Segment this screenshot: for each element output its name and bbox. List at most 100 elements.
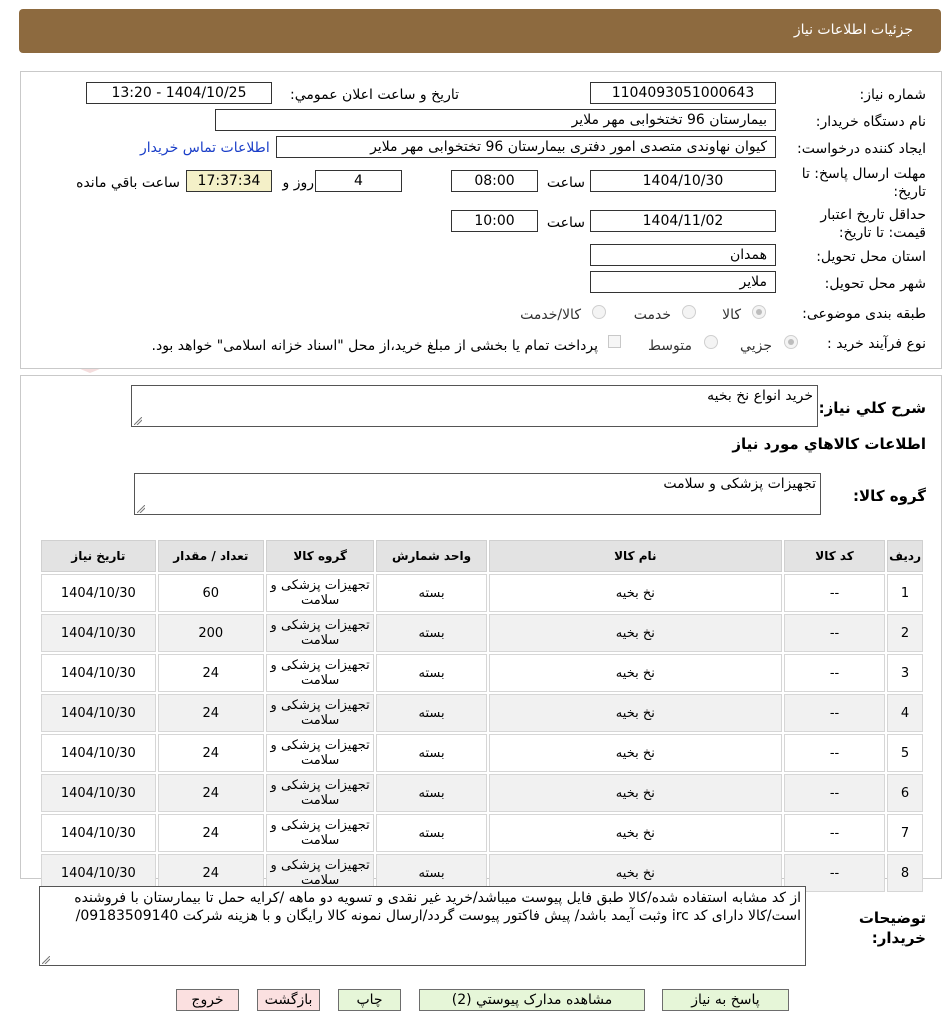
col-header-name: نام کالا	[488, 540, 782, 572]
creator-field: کیوان نهاوندی متصدی امور دفتری بیمارستان…	[276, 136, 776, 158]
cell-unit: بسته	[376, 614, 487, 652]
cell-qty: 200	[157, 614, 264, 652]
cell-qty: 24	[157, 774, 264, 812]
page-header: جزئیات اطلاعات نیاز	[19, 9, 941, 53]
days-word: روز و	[282, 175, 315, 191]
resize-grip-icon[interactable]	[137, 505, 145, 513]
cell-unit: بسته	[376, 814, 487, 852]
cell-row-number: 5	[887, 734, 923, 772]
category-label: طبقه بندی موضوعی:	[802, 306, 926, 322]
cell-unit: بسته	[376, 574, 487, 612]
notes-label: توضيحات خريدار:	[858, 909, 926, 947]
cell-qty: 24	[157, 654, 264, 692]
cell-qty: 24	[157, 814, 264, 852]
city-field: ملایر	[590, 271, 776, 293]
table-row: 1 -- نخ بخیه بسته تجهیزات پزشکی و سلامت 60 140…	[41, 574, 923, 612]
announce-field: 1404/10/25 - 13:20	[86, 82, 272, 104]
buyer-contact-link[interactable]: اطلاعات تماس خریدار	[140, 140, 270, 156]
cell-group: تجهیزات پزشکی و سلامت	[265, 574, 375, 612]
treasury-checkbox[interactable]	[608, 335, 621, 348]
category-radio-goods[interactable]	[752, 305, 766, 319]
deadline-time-word: ساعت	[546, 175, 585, 191]
cell-row-number: 6	[887, 774, 923, 812]
days-field: 4	[315, 170, 402, 192]
cell-group: تجهیزات پزشکی و سلامت	[265, 614, 375, 652]
resize-grip-icon[interactable]	[134, 417, 142, 425]
cell-group: تجهیزات پزشکی و سلامت	[265, 774, 375, 812]
table-row: 3 -- نخ بخیه بسته تجهیزات پزشکی و سلامت 24 140…	[41, 654, 923, 692]
notes-textarea: از کد مشابه استفاده شده/کالا طبق فایل پی…	[39, 886, 806, 966]
process-option-minor: جزیي	[740, 338, 772, 354]
cell-date: 1404/10/30	[41, 654, 156, 692]
cell-name: نخ بخیه	[488, 694, 782, 732]
cell-code: --	[783, 814, 886, 852]
summary-textarea: خرید انواع نخ بخیه	[131, 385, 818, 427]
cell-name: نخ بخیه	[488, 814, 782, 852]
remaining-word: ساعت باقي مانده	[76, 175, 180, 191]
validity-time-word: ساعت	[546, 215, 585, 231]
back-button[interactable]: بازگشت	[257, 989, 320, 1011]
cell-row-number: 8	[887, 854, 923, 892]
category-option-service: خدمت	[633, 307, 671, 323]
cell-row-number: 7	[887, 814, 923, 852]
col-header-group: گروه کالا	[265, 540, 375, 572]
need-number-field: 1104093051000643	[590, 82, 776, 104]
group-text: تجهیزات پزشکی و سلامت	[663, 476, 816, 492]
table-row: 6 -- نخ بخیه بسته تجهیزات پزشکی و سلامت 24 140…	[41, 774, 923, 812]
cell-unit: بسته	[376, 654, 487, 692]
cell-code: --	[783, 694, 886, 732]
process-label: نوع فرآیند خرید :	[827, 336, 926, 352]
cell-date: 1404/10/30	[41, 614, 156, 652]
cell-code: --	[783, 574, 886, 612]
table-header-row: رديف کد کالا نام کالا واحد شمارش گروه کا…	[41, 540, 923, 572]
group-label: گروه کالا:	[853, 487, 926, 505]
category-option-goods: کالا	[722, 307, 741, 323]
process-option-medium: متوسط	[648, 338, 692, 354]
deadline-label: مهلت ارسال پاسخ: تا تاریخ:	[801, 166, 926, 200]
cell-date: 1404/10/30	[41, 774, 156, 812]
process-radio-medium[interactable]	[704, 335, 718, 349]
process-radio-minor[interactable]	[784, 335, 798, 349]
print-button[interactable]: چاپ	[338, 989, 401, 1011]
cell-unit: بسته	[376, 774, 487, 812]
deadline-time-field: 08:00	[451, 170, 538, 192]
cell-row-number: 2	[887, 614, 923, 652]
cell-group: تجهیزات پزشکی و سلامت	[265, 654, 375, 692]
cell-name: نخ بخیه	[488, 614, 782, 652]
reply-button[interactable]: پاسخ به نياز	[662, 989, 789, 1011]
table-row: 5 -- نخ بخیه بسته تجهیزات پزشکی و سلامت 24 140…	[41, 734, 923, 772]
col-header-date: تاريخ نياز	[41, 540, 156, 572]
cell-code: --	[783, 774, 886, 812]
deadline-date-field: 1404/10/30	[590, 170, 776, 192]
cell-name: نخ بخیه	[488, 774, 782, 812]
cell-row-number: 4	[887, 694, 923, 732]
goods-table: رديف کد کالا نام کالا واحد شمارش گروه کا…	[39, 538, 925, 894]
cell-date: 1404/10/30	[41, 574, 156, 612]
category-radio-goods-service[interactable]	[592, 305, 606, 319]
category-option-goods-service: کالا/خدمت	[520, 307, 581, 323]
notes-text: از کد مشابه استفاده شده/کالا طبق فایل پی…	[74, 890, 801, 924]
table-row: 7 -- نخ بخیه بسته تجهیزات پزشکی و سلامت 24 140…	[41, 814, 923, 852]
cell-code: --	[783, 614, 886, 652]
col-header-qty: تعداد / مقدار	[157, 540, 264, 572]
cell-name: نخ بخیه	[488, 574, 782, 612]
treasury-note: پرداخت تمام يا بخشی از مبلغ خرید،از محل …	[151, 338, 598, 354]
col-header-code: کد کالا	[783, 540, 886, 572]
attachments-button[interactable]: مشاهده مدارک پيوستي (2)	[419, 989, 645, 1011]
table-row: 2 -- نخ بخیه بسته تجهیزات پزشکی و سلامت 200 14…	[41, 614, 923, 652]
group-textarea: تجهیزات پزشکی و سلامت	[134, 473, 821, 515]
summary-text: خرید انواع نخ بخیه	[707, 388, 813, 404]
buyer-label: نام دستگاه خریدار:	[815, 114, 926, 130]
cell-unit: بسته	[376, 734, 487, 772]
buyer-field: بیمارستان 96 تختخوابی مهر ملایر	[215, 109, 776, 131]
cell-name: نخ بخیه	[488, 654, 782, 692]
creator-label: ایجاد کننده درخواست:	[797, 141, 926, 157]
category-radio-service[interactable]	[682, 305, 696, 319]
validity-label: حداقل تاریخ اعتبار قیمت: تا تاریخ:	[820, 207, 926, 241]
validity-date-field: 1404/11/02	[590, 210, 776, 232]
table-row: 4 -- نخ بخیه بسته تجهیزات پزشکی و سلامت 24 140…	[41, 694, 923, 732]
cell-group: تجهیزات پزشکی و سلامت	[265, 814, 375, 852]
exit-button[interactable]: خروج	[176, 989, 239, 1011]
cell-date: 1404/10/30	[41, 694, 156, 732]
resize-grip-icon[interactable]	[42, 956, 50, 964]
